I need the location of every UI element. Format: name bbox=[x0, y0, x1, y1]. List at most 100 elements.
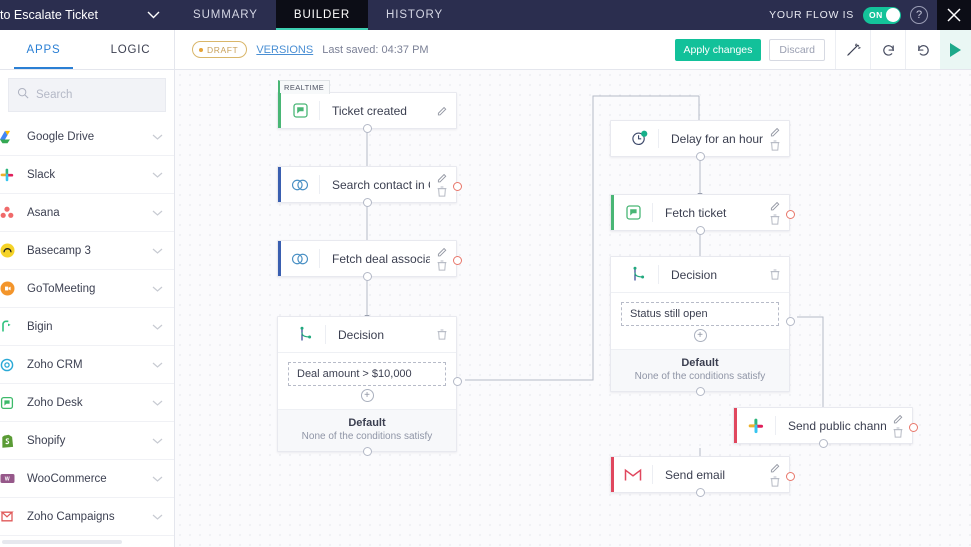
node-error-port[interactable] bbox=[909, 423, 918, 432]
node-output-port[interactable] bbox=[819, 439, 828, 448]
edit-icon[interactable] bbox=[893, 413, 904, 424]
tab-logic-label: LOGIC bbox=[110, 43, 151, 56]
node-decision-left[interactable]: Decision Deal amount > $10,000 + Default… bbox=[277, 316, 462, 456]
sidebar-item-bigin[interactable]: Bigin bbox=[0, 308, 174, 346]
scrollbar-thumb[interactable] bbox=[2, 540, 122, 544]
edit-icon[interactable] bbox=[770, 462, 781, 473]
node-error-port[interactable] bbox=[453, 256, 462, 265]
node-title: Search contact in CRM bbox=[332, 177, 430, 192]
sidebar-item-gotomeeting[interactable]: GoToMeeting bbox=[0, 270, 174, 308]
node-decision-right[interactable]: Decision Status still open + Default Non… bbox=[610, 256, 795, 396]
default-subtitle: None of the conditions satisfy bbox=[634, 371, 766, 382]
edit-icon[interactable] bbox=[437, 172, 448, 183]
default-output-port[interactable] bbox=[696, 387, 705, 396]
sidebar-item-google-drive[interactable]: Google Drive bbox=[0, 118, 174, 156]
decision-default-branch: Default None of the conditions satisfy bbox=[611, 349, 789, 391]
delete-icon[interactable] bbox=[770, 140, 780, 151]
chevron-down-icon[interactable] bbox=[152, 318, 163, 336]
chevron-down-icon[interactable] bbox=[152, 508, 163, 526]
help-icon[interactable]: ? bbox=[910, 6, 928, 24]
discard-button[interactable]: Discard bbox=[769, 38, 825, 61]
condition-item[interactable]: Status still open bbox=[621, 302, 779, 326]
node-search-contact-in-crm[interactable]: Search contact in CRM bbox=[277, 166, 462, 207]
sidebar-item-shopify[interactable]: Shopify bbox=[0, 422, 174, 460]
node-error-port[interactable] bbox=[453, 182, 462, 191]
chevron-down-icon[interactable] bbox=[152, 470, 163, 488]
delete-icon[interactable] bbox=[437, 329, 447, 340]
tab-logic[interactable]: LOGIC bbox=[87, 30, 174, 69]
node-error-port[interactable] bbox=[786, 472, 795, 481]
chevron-down-icon[interactable] bbox=[152, 128, 163, 146]
condition-item[interactable]: Deal amount > $10,000 bbox=[288, 362, 446, 386]
versions-link[interactable]: VERSIONS bbox=[256, 44, 313, 56]
chevron-down-icon[interactable] bbox=[152, 394, 163, 412]
chevron-down-icon[interactable] bbox=[152, 432, 163, 450]
delete-icon[interactable] bbox=[437, 260, 447, 271]
node-ticket-created[interactable]: REALTIME Ticket created bbox=[277, 80, 457, 133]
tab-builder[interactable]: BUILDER bbox=[275, 0, 369, 30]
delete-icon[interactable] bbox=[770, 214, 780, 225]
node-output-port[interactable] bbox=[696, 226, 705, 235]
apply-changes-button[interactable]: Apply changes bbox=[674, 38, 762, 61]
flow-name-selector[interactable]: to Escalate Ticket bbox=[0, 0, 175, 30]
search-input[interactable] bbox=[36, 89, 157, 101]
sidebar-horizontal-scrollbar[interactable] bbox=[0, 537, 174, 547]
close-icon[interactable] bbox=[937, 0, 971, 30]
sidebar-item-basecamp-3[interactable]: Basecamp 3 bbox=[0, 232, 174, 270]
sidebar-item-label: Google Drive bbox=[27, 130, 95, 143]
sidebar-item-label: Asana bbox=[27, 206, 60, 219]
node-output-port[interactable] bbox=[363, 198, 372, 207]
delete-icon[interactable] bbox=[770, 476, 780, 487]
node-output-port[interactable] bbox=[363, 124, 372, 133]
node-delay-for-an-hour[interactable]: Delay for an hour bbox=[610, 120, 790, 161]
node-error-port[interactable] bbox=[786, 210, 795, 219]
chevron-down-icon[interactable] bbox=[152, 242, 163, 260]
tab-history[interactable]: HISTORY bbox=[368, 0, 461, 30]
node-output-port[interactable] bbox=[696, 152, 705, 161]
search-box[interactable] bbox=[8, 78, 166, 112]
edit-icon[interactable] bbox=[437, 246, 448, 257]
sidebar-item-woocommerce[interactable]: W WooCommerce bbox=[0, 460, 174, 498]
delete-icon[interactable] bbox=[437, 186, 447, 197]
chevron-down-icon[interactable] bbox=[152, 356, 163, 374]
chevron-down-icon[interactable] bbox=[152, 280, 163, 298]
edit-icon[interactable] bbox=[770, 126, 781, 137]
tab-summary[interactable]: SUMMARY bbox=[175, 0, 276, 30]
toggle-state-label: ON bbox=[869, 10, 883, 20]
sidebar-item-zoho-campaigns[interactable]: Zoho Campaigns bbox=[0, 498, 174, 536]
node-actions bbox=[430, 317, 456, 352]
node-output-port[interactable] bbox=[363, 272, 372, 281]
node-send-email[interactable]: Send email bbox=[610, 456, 795, 497]
chevron-down-icon[interactable] bbox=[152, 204, 163, 222]
default-output-port[interactable] bbox=[363, 447, 372, 456]
condition-output-port[interactable] bbox=[453, 377, 462, 386]
node-send-public-channel-message[interactable]: Send public channel m... bbox=[733, 407, 918, 448]
magic-wand-icon[interactable] bbox=[835, 30, 870, 69]
add-condition-icon[interactable]: + bbox=[360, 389, 374, 402]
tab-apps-label: APPS bbox=[26, 43, 61, 56]
sidebar-item-zoho-crm[interactable]: Zoho CRM bbox=[0, 346, 174, 384]
chevron-down-icon[interactable] bbox=[152, 166, 163, 184]
edit-icon[interactable] bbox=[770, 200, 781, 211]
tab-apps[interactable]: APPS bbox=[0, 30, 87, 69]
sidebar-item-slack[interactable]: Slack bbox=[0, 156, 174, 194]
add-condition-icon[interactable]: + bbox=[693, 329, 707, 342]
condition-output-port[interactable] bbox=[786, 317, 795, 326]
sidebar-item-asana[interactable]: Asana bbox=[0, 194, 174, 232]
undo-icon[interactable] bbox=[870, 30, 905, 69]
play-icon[interactable] bbox=[940, 30, 971, 69]
redo-icon[interactable] bbox=[905, 30, 940, 69]
node-title: Fetch deal associated ... bbox=[332, 251, 430, 266]
tab-builder-label: BUILDER bbox=[293, 9, 351, 21]
chevron-down-icon[interactable] bbox=[143, 11, 163, 19]
edit-icon[interactable] bbox=[437, 105, 448, 116]
node-output-port[interactable] bbox=[696, 488, 705, 497]
delete-icon[interactable] bbox=[770, 269, 780, 280]
node-fetch-ticket[interactable]: Fetch ticket bbox=[610, 194, 795, 235]
node-fetch-deal-associated[interactable]: Fetch deal associated ... bbox=[277, 240, 462, 281]
help-label: ? bbox=[915, 9, 923, 21]
delete-icon[interactable] bbox=[893, 427, 903, 438]
flow-canvas[interactable]: REALTIME Ticket created Search contact i… bbox=[175, 70, 971, 547]
sidebar-item-zoho-desk[interactable]: Zoho Desk bbox=[0, 384, 174, 422]
flow-on-off-toggle[interactable]: ON bbox=[863, 6, 901, 24]
